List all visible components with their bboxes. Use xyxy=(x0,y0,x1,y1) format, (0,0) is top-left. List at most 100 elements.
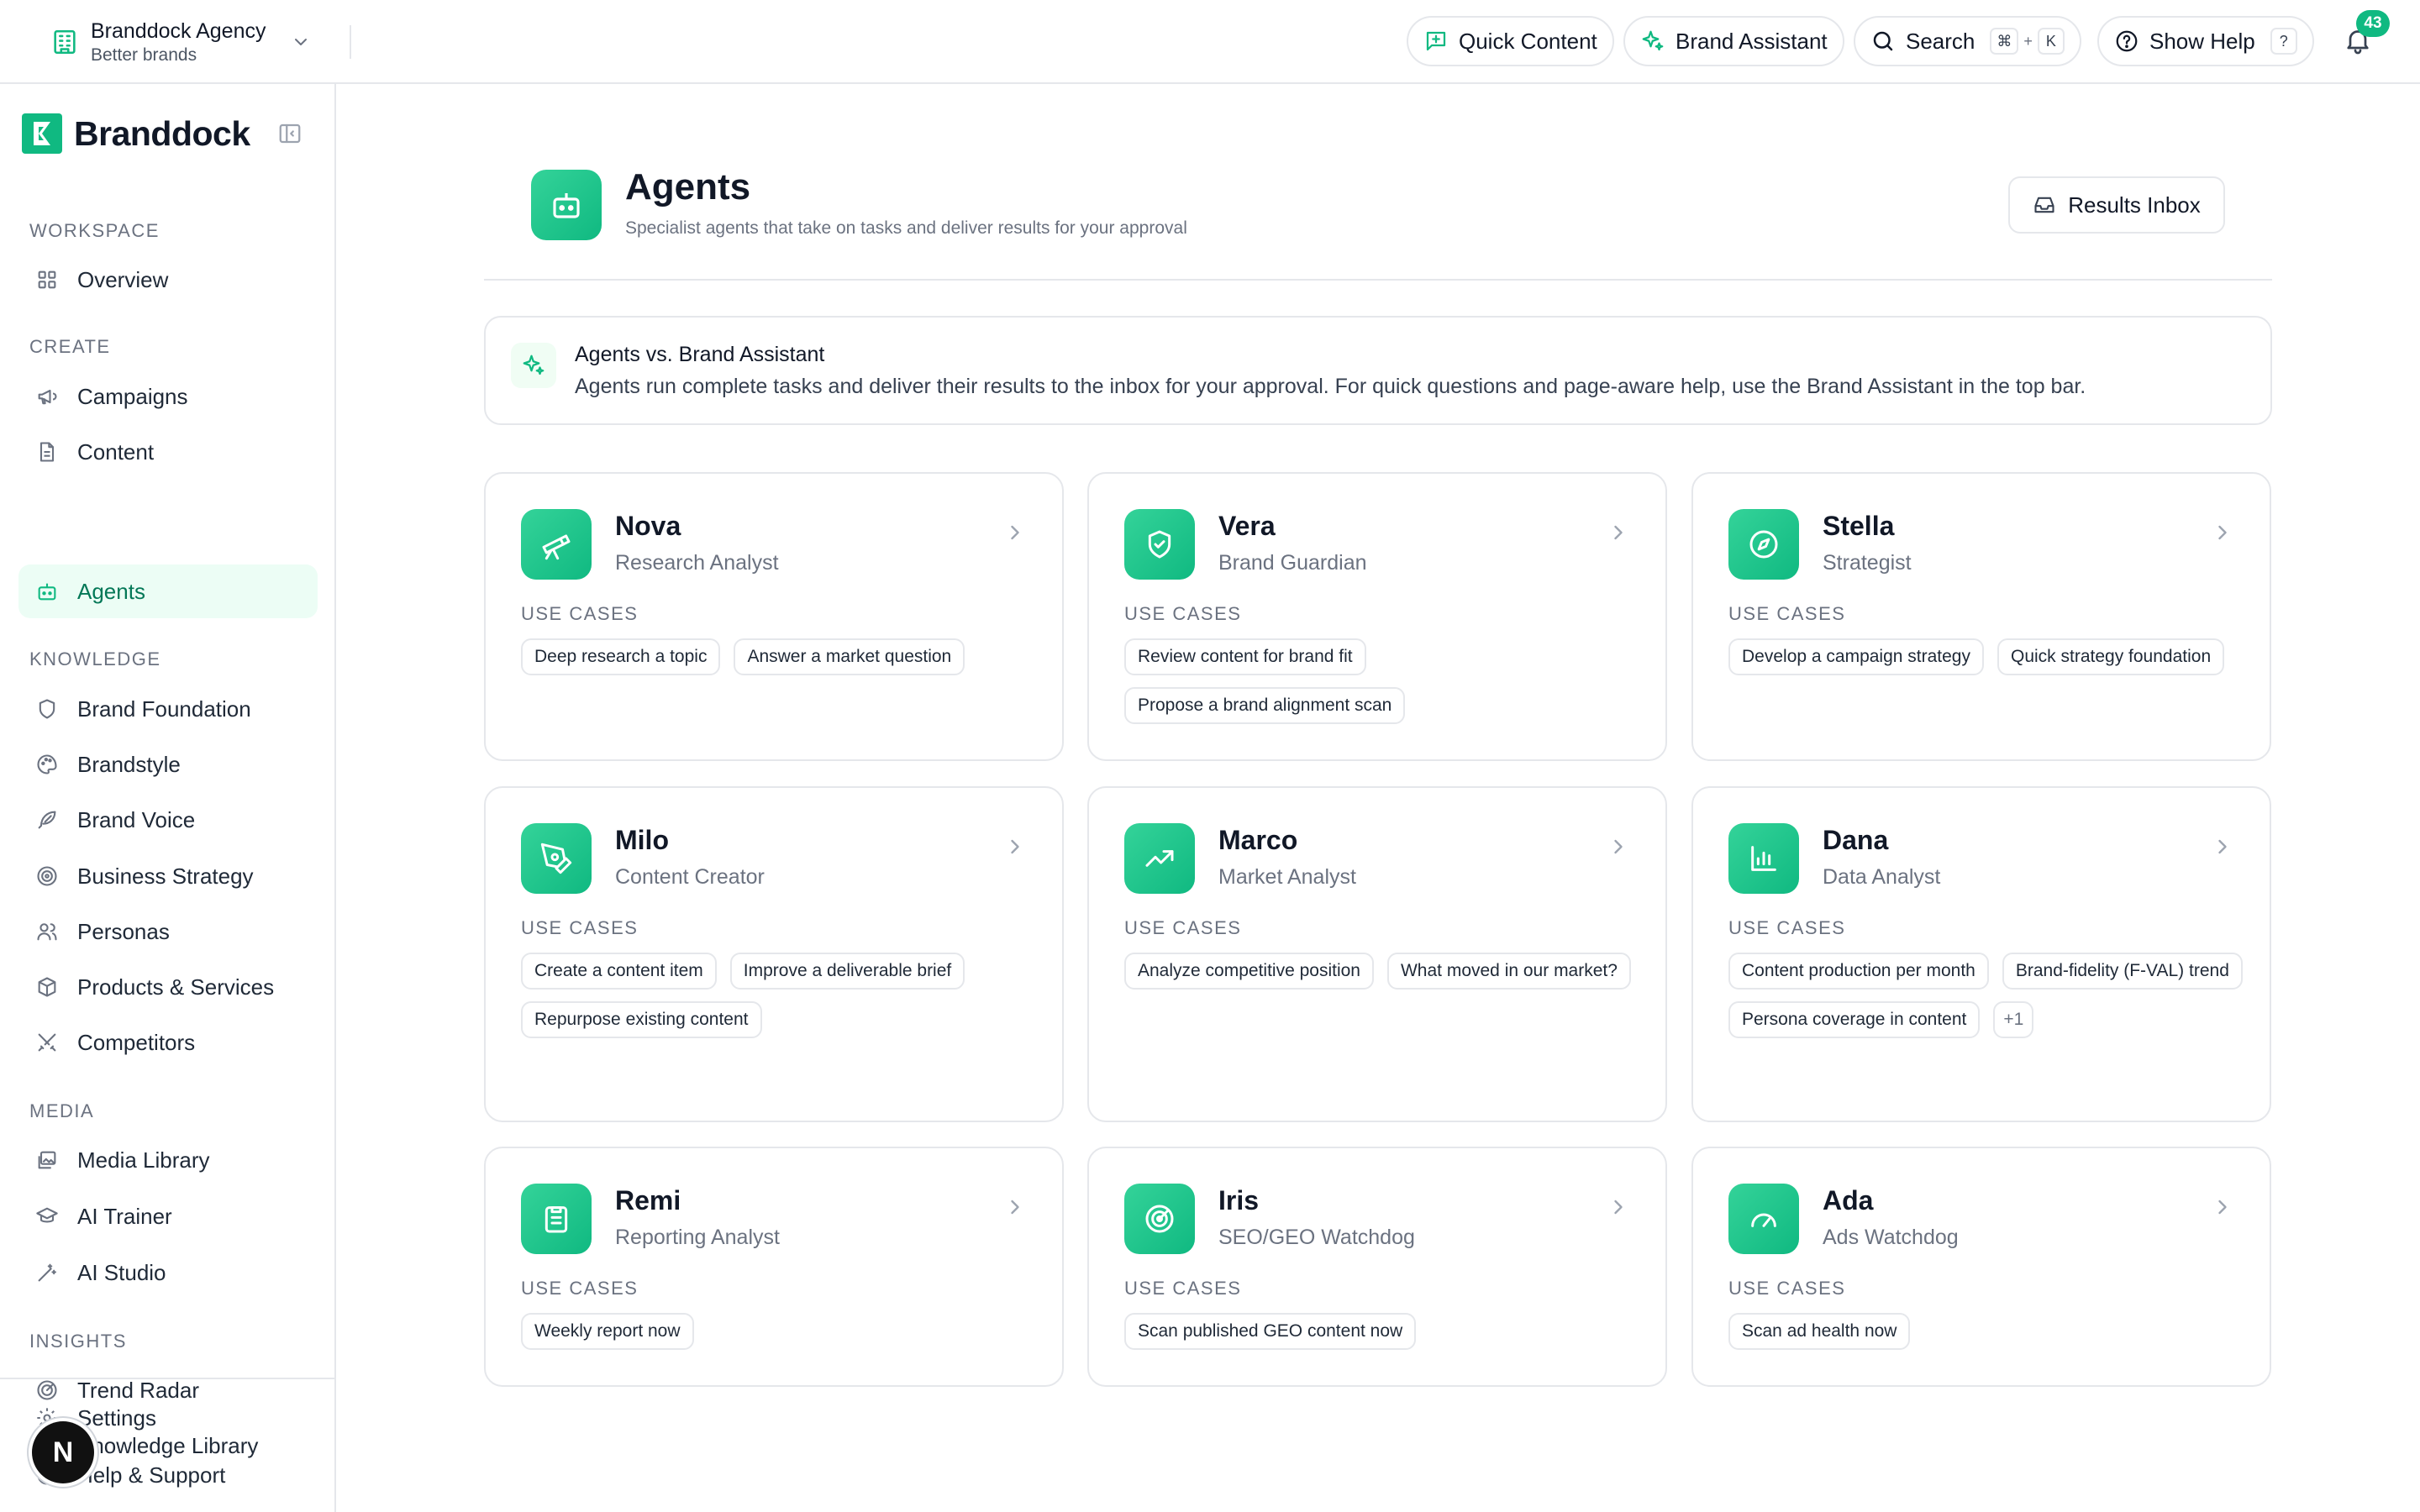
sidebar-footer-divider xyxy=(0,1378,334,1379)
use-cases-label: USE CASES xyxy=(1728,917,1846,938)
sidebar-collapse-icon[interactable] xyxy=(277,121,302,146)
sidebar-item-personas[interactable]: Personas xyxy=(18,905,318,958)
quick-content-button[interactable]: Quick Content xyxy=(1407,16,1614,66)
callout-text: Agents run complete tasks and deliver th… xyxy=(575,375,2086,398)
use-case-chip[interactable]: Create a content item xyxy=(521,953,717,990)
agent-card-remi[interactable]: Remi Reporting Analyst USE CASES Weekly … xyxy=(484,1147,1064,1387)
use-case-chip[interactable]: What moved in our market? xyxy=(1386,953,1631,990)
sidebar-item-campaigns[interactable]: Campaigns xyxy=(18,370,318,423)
use-case-chip[interactable]: Quick strategy foundation xyxy=(1997,638,2225,675)
section-workspace: WORKSPACE xyxy=(29,220,160,241)
use-case-chip[interactable]: Brand-fidelity (F-VAL) trend xyxy=(2002,953,2243,990)
agent-name: Dana xyxy=(1823,825,1889,855)
agent-card-milo[interactable]: Milo Content Creator USE CASES Create a … xyxy=(484,786,1064,1122)
agents-vs-assistant-callout: Agents vs. Brand Assistant Agents run co… xyxy=(484,316,2272,425)
agent-card-nova[interactable]: Nova Research Analyst USE CASES Deep res… xyxy=(484,472,1064,761)
use-cases-list: Deep research a topic Answer a market que… xyxy=(521,638,1042,675)
agent-card-dana[interactable]: Dana Data Analyst USE CASES Content prod… xyxy=(1691,786,2271,1122)
use-cases-list: Content production per month Brand-fideli… xyxy=(1728,953,2249,1038)
chevron-right-icon xyxy=(1607,1195,1630,1219)
agent-card-stella[interactable]: Stella Strategist USE CASES Develop a ca… xyxy=(1691,472,2271,761)
use-cases-list: Develop a campaign strategy Quick strateg… xyxy=(1728,638,2249,675)
building-icon xyxy=(50,28,79,56)
use-cases-list: Weekly report now xyxy=(521,1313,1042,1350)
sidebar-item-label: Products & Services xyxy=(77,974,275,1000)
search-icon xyxy=(1870,29,1896,54)
kbd-k: K xyxy=(2037,28,2065,55)
sidebar-item-agents[interactable]: Agents xyxy=(18,564,318,618)
sidebar-item-brand-voice[interactable]: Brand Voice xyxy=(18,793,318,847)
header-divider xyxy=(484,279,2272,281)
sidebar-item-ai-studio[interactable]: AI Studio xyxy=(18,1246,318,1299)
sidebar-item-content[interactable]: Content xyxy=(18,425,318,479)
agent-name: Vera xyxy=(1218,511,1276,541)
agent-name: Iris xyxy=(1218,1185,1260,1215)
agent-name: Stella xyxy=(1823,511,1895,541)
use-cases-list: Review content for brand fit Propose a br… xyxy=(1124,638,1645,724)
agent-card-vera[interactable]: Vera Brand Guardian USE CASES Review con… xyxy=(1087,472,1667,761)
use-case-chip[interactable]: Repurpose existing content xyxy=(521,1001,762,1038)
more-use-cases-chip[interactable]: +1 xyxy=(1993,1001,2034,1038)
message-plus-icon xyxy=(1423,29,1449,54)
target-icon xyxy=(35,864,59,888)
page-title: Agents xyxy=(625,166,751,207)
use-case-chip[interactable]: Content production per month xyxy=(1728,953,1989,990)
dev-tools-n-button[interactable]: N xyxy=(32,1421,94,1483)
use-case-chip[interactable]: Analyze competitive position xyxy=(1124,953,1374,990)
use-case-chip[interactable]: Develop a campaign strategy xyxy=(1728,638,1984,675)
use-case-chip[interactable]: Deep research a topic xyxy=(521,638,721,675)
agent-role: Ads Watchdog xyxy=(1823,1226,1959,1249)
kbd-cmd: ⌘ xyxy=(1990,28,2019,55)
use-case-chip[interactable]: Answer a market question xyxy=(734,638,965,675)
section-insights: INSIGHTS xyxy=(29,1331,127,1352)
brand-name: Branddock xyxy=(74,113,250,153)
use-case-chip[interactable]: Scan published GEO content now xyxy=(1124,1313,1417,1350)
sidebar-item-overview[interactable]: Overview xyxy=(18,253,318,307)
bot-icon xyxy=(35,580,59,603)
bar-chart-icon xyxy=(1728,823,1799,894)
brand-logo-area[interactable]: Branddock xyxy=(22,113,250,155)
agent-card-ada[interactable]: Ada Ads Watchdog USE CASES Scan ad healt… xyxy=(1691,1147,2271,1387)
sidebar-item-label: Brand Voice xyxy=(77,806,196,832)
chevron-right-icon xyxy=(2211,521,2234,544)
use-case-chip[interactable]: Scan ad health now xyxy=(1728,1313,1911,1350)
notification-badge: 43 xyxy=(2356,10,2390,37)
workspace-switcher[interactable]: Branddock Agency Better brands xyxy=(50,15,311,69)
use-case-chip[interactable]: Weekly report now xyxy=(521,1313,694,1350)
sidebar-item-business-strategy[interactable]: Business Strategy xyxy=(18,849,318,903)
agent-role: Content Creator xyxy=(615,865,765,889)
agent-card-marco[interactable]: Marco Market Analyst USE CASES Analyze c… xyxy=(1087,786,1667,1122)
use-cases-label: USE CASES xyxy=(1124,1278,1242,1299)
page-bot-icon xyxy=(531,170,602,240)
search-button[interactable]: Search ⌘ + K xyxy=(1854,16,2081,66)
sidebar-item-products-services[interactable]: Products & Services xyxy=(18,960,318,1014)
results-inbox-label: Results Inbox xyxy=(2068,192,2201,218)
sidebar-item-brandstyle[interactable]: Brandstyle xyxy=(18,738,318,791)
sidebar-item-label: Campaigns xyxy=(77,383,188,409)
brand-assistant-button[interactable]: Brand Assistant xyxy=(1623,16,1844,66)
chevron-right-icon xyxy=(1003,835,1027,858)
megaphone-icon xyxy=(35,385,59,408)
agent-role: Research Analyst xyxy=(615,551,779,575)
topbar-divider xyxy=(350,25,351,59)
chevron-down-icon xyxy=(291,32,311,52)
sidebar-item-brand-foundation[interactable]: Brand Foundation xyxy=(18,682,318,736)
sidebar-item-ai-trainer[interactable]: AI Trainer xyxy=(18,1189,318,1243)
results-inbox-button[interactable]: Results Inbox xyxy=(2008,176,2225,234)
use-case-chip[interactable]: Persona coverage in content xyxy=(1728,1001,1981,1038)
show-help-button[interactable]: Show Help ? xyxy=(2097,16,2314,66)
sidebar-item-label: Brand Foundation xyxy=(77,696,251,722)
agent-card-iris[interactable]: Iris SEO/GEO Watchdog USE CASES Scan pub… xyxy=(1087,1147,1667,1387)
sidebar-item-media-library[interactable]: Media Library xyxy=(18,1133,318,1187)
sidebar-item-label: AI Trainer xyxy=(77,1203,172,1229)
shield-icon xyxy=(35,697,59,721)
sidebar-item-label: Competitors xyxy=(77,1029,196,1055)
sidebar-item-label: Help & Support xyxy=(77,1462,226,1488)
chevron-right-icon xyxy=(1607,521,1630,544)
use-case-chip[interactable]: Review content for brand fit xyxy=(1124,638,1366,675)
use-cases-list: Create a content item Improve a deliverab… xyxy=(521,953,1042,1038)
use-case-chip[interactable]: Improve a deliverable brief xyxy=(729,953,965,990)
sidebar-item-competitors[interactable]: Competitors xyxy=(18,1016,318,1069)
agent-role: Market Analyst xyxy=(1218,865,1356,889)
use-case-chip[interactable]: Propose a brand alignment scan xyxy=(1124,687,1406,724)
